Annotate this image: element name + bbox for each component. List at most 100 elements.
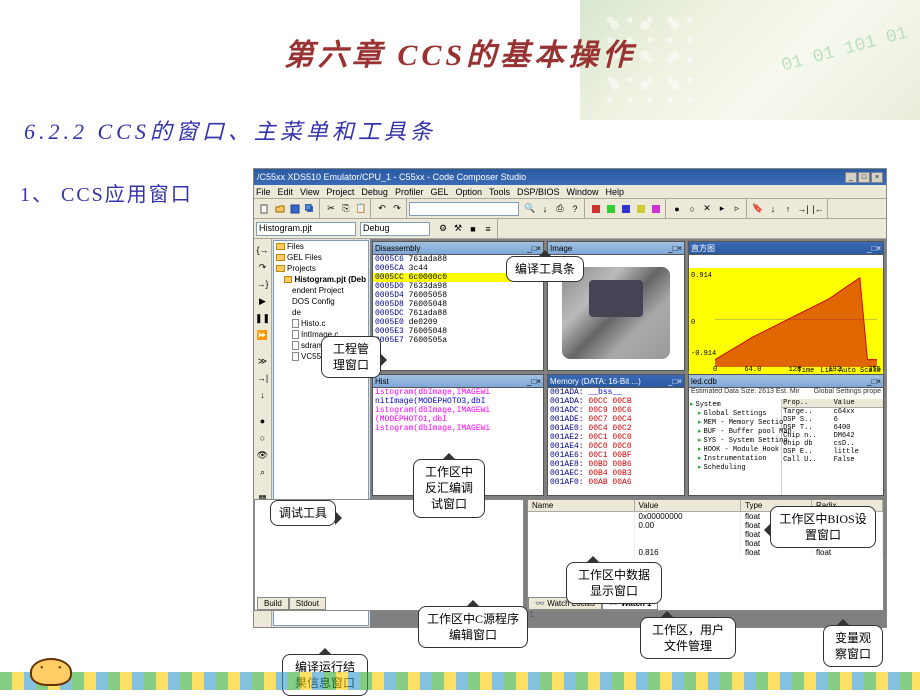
- open-file-icon[interactable]: [273, 202, 287, 216]
- step-over-icon[interactable]: ↷: [256, 260, 270, 274]
- breakpoint-toggle-icon[interactable]: ○: [685, 202, 699, 216]
- toggle-bp-icon[interactable]: ●: [256, 414, 270, 428]
- graph-body[interactable]: 0.914 0 -0.914 0 64.0 128 19: [689, 268, 883, 374]
- graph-plot: [715, 272, 877, 367]
- output-tab-build[interactable]: Build: [257, 597, 289, 610]
- graph-ytick-mid: 0: [691, 319, 695, 327]
- dependencies-icon[interactable]: ≡: [481, 222, 495, 236]
- menu-debug[interactable]: Debug: [361, 187, 388, 197]
- new-file-icon[interactable]: [258, 202, 272, 216]
- tree-files: Files: [274, 241, 368, 252]
- ccs-app-window: /C55xx XDS510 Emulator/CPU_1 - C55xx - C…: [253, 168, 887, 628]
- pane-controls[interactable]: _□×: [668, 377, 682, 386]
- menu-gel[interactable]: GEL: [430, 187, 448, 197]
- menu-edit[interactable]: Edit: [278, 187, 294, 197]
- paste-icon[interactable]: 📋: [354, 202, 368, 216]
- bios-body[interactable]: ▸System▸Global Settings▸MEM - Memory Sec…: [689, 399, 883, 495]
- breakpoint-icon[interactable]: ●: [670, 202, 684, 216]
- menu-project[interactable]: Project: [326, 187, 354, 197]
- halt-icon[interactable]: ❚❚: [256, 311, 270, 325]
- indent-icon[interactable]: →|: [796, 202, 810, 216]
- stop-icon[interactable]: ■: [466, 222, 480, 236]
- section-label: 1、 CCS应用窗口: [20, 178, 193, 207]
- memory-pane[interactable]: Memory (DATA: 16-Bit ...) _□× 001ADA: __b…: [547, 374, 685, 496]
- find-next-icon[interactable]: ↓: [538, 202, 552, 216]
- save-all-icon[interactable]: [303, 202, 317, 216]
- bookmark-next-icon[interactable]: ↓: [766, 202, 780, 216]
- compile-icon[interactable]: [589, 202, 603, 216]
- undo-icon[interactable]: ↶: [375, 202, 389, 216]
- run-free-icon[interactable]: ≫: [256, 354, 270, 368]
- callout-disasm: 工作区中反汇编调试窗口: [413, 459, 485, 518]
- pane-controls[interactable]: _□×: [527, 377, 541, 386]
- pane-controls[interactable]: _□×: [668, 244, 682, 253]
- build-clean-icon[interactable]: [649, 202, 663, 216]
- rebuild-icon[interactable]: [619, 202, 633, 216]
- copy-icon[interactable]: ⎘: [339, 202, 353, 216]
- pane-controls[interactable]: _□×: [867, 377, 881, 386]
- image-title: Image: [550, 244, 572, 253]
- probe-icon[interactable]: ▸: [715, 202, 729, 216]
- close-button[interactable]: ×: [871, 172, 883, 183]
- quick-watch-icon[interactable]: ⌕: [256, 465, 270, 479]
- menu-file[interactable]: File: [256, 187, 271, 197]
- probe2-icon[interactable]: ▹: [730, 202, 744, 216]
- bios-status: Estimated Data Size: 2613 Est. MirGlobal…: [691, 388, 881, 395]
- run-to-cursor-icon[interactable]: →|: [256, 371, 270, 385]
- build-toolbar-icon[interactable]: ⚙: [436, 222, 450, 236]
- callout-debug: 调试工具: [270, 500, 336, 526]
- tree-dos: DOS Config: [274, 296, 368, 307]
- bios-pane[interactable]: led.cdb _□× Estimated Data Size: 2613 Est…: [688, 374, 884, 496]
- find-icon[interactable]: 🔍: [523, 202, 537, 216]
- menu-dspbios[interactable]: DSP/BIOS: [517, 187, 560, 197]
- clear-bp-icon[interactable]: ○: [256, 431, 270, 445]
- bookmark-prev-icon[interactable]: ↑: [781, 202, 795, 216]
- outdent-icon[interactable]: |←: [811, 202, 825, 216]
- maximize-button[interactable]: □: [858, 172, 870, 183]
- project-select[interactable]: Histogram.pjt: [256, 222, 356, 236]
- footer-face-icon: [30, 658, 72, 686]
- step-into-icon[interactable]: {→: [256, 243, 270, 257]
- pane-controls[interactable]: _□×: [867, 244, 881, 253]
- stop-build-icon[interactable]: [634, 202, 648, 216]
- output-tab-stdout[interactable]: Stdout: [289, 597, 326, 610]
- animate-icon[interactable]: ⏩: [256, 328, 270, 342]
- help-icon[interactable]: ?: [568, 202, 582, 216]
- save-icon[interactable]: [288, 202, 302, 216]
- bios-title: led.cdb: [691, 377, 717, 386]
- folder-icon: [276, 254, 285, 261]
- run-icon[interactable]: ▶: [256, 294, 270, 308]
- menu-option[interactable]: Option: [455, 187, 482, 197]
- config-select[interactable]: Debug: [360, 222, 430, 236]
- step-out-icon[interactable]: →}: [256, 277, 270, 291]
- menu-window[interactable]: Window: [567, 187, 599, 197]
- graph-ytick-bot: -0.914: [691, 350, 716, 358]
- titlebar[interactable]: /C55xx XDS510 Emulator/CPU_1 - C55xx - C…: [254, 169, 886, 185]
- callout-memory: 工作区中数据显示窗口: [566, 562, 662, 604]
- minimize-button[interactable]: _: [845, 172, 857, 183]
- menu-profiler[interactable]: Profiler: [395, 187, 424, 197]
- redo-icon[interactable]: ↷: [390, 202, 404, 216]
- menu-view[interactable]: View: [300, 187, 319, 197]
- breakpoint-clear-icon[interactable]: ✕: [700, 202, 714, 216]
- menu-tools[interactable]: Tools: [489, 187, 510, 197]
- incremental-build-icon[interactable]: ⚒: [451, 222, 465, 236]
- bios-tree[interactable]: ▸System▸Global Settings▸MEM - Memory Sec…: [689, 399, 782, 495]
- memory-title: Memory (DATA: 16-Bit ...): [550, 377, 641, 386]
- output-tabs: Build Stdout: [257, 597, 326, 610]
- bookmark-icon[interactable]: 🔖: [751, 202, 765, 216]
- file-icon: [292, 330, 299, 339]
- cut-icon[interactable]: ✂: [324, 202, 338, 216]
- set-pc-icon[interactable]: ↓: [256, 388, 270, 402]
- search-combo[interactable]: [409, 202, 519, 216]
- memory-body[interactable]: 001ADA: __bss__001ADA: 00CC 00CB001ADC: …: [548, 388, 684, 495]
- folder-icon: [276, 265, 285, 272]
- page-title: 第六章 CCS的基本操作: [0, 30, 920, 74]
- folder-icon: [276, 243, 285, 250]
- print-icon[interactable]: ⎙: [553, 202, 567, 216]
- bios-props[interactable]: Prop..Value Targe..c64xxDSP S..6DSP T..6…: [782, 399, 883, 495]
- menu-help[interactable]: Help: [606, 187, 625, 197]
- graph-pane[interactable]: 直方图_□× 0.914 0 -0.914 0 64.0: [688, 241, 884, 371]
- build-icon[interactable]: [604, 202, 618, 216]
- watch-icon[interactable]: 👁: [256, 448, 270, 462]
